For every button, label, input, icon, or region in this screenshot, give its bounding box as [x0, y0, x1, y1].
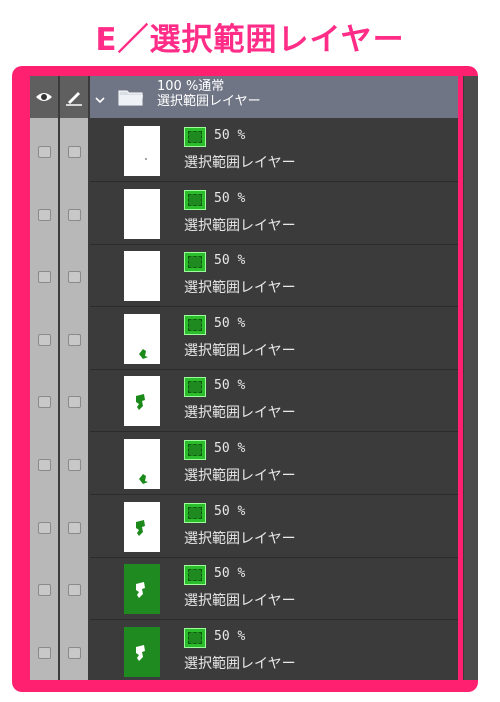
- layer-opacity: 50 %: [214, 566, 246, 582]
- selection-layer-icon: [184, 627, 206, 648]
- scrollbar[interactable]: [463, 76, 478, 680]
- layer-row[interactable]: 50 % 選択範囲レイヤー: [90, 433, 458, 495]
- pen-icon[interactable]: [60, 76, 88, 118]
- layer-thumbnail: [124, 313, 160, 364]
- layer-opacity: 50 %: [214, 503, 246, 519]
- selection-layer-icon: [184, 252, 206, 273]
- visibility-checkbox[interactable]: [38, 646, 51, 659]
- layer-opacity: 50 %: [214, 441, 246, 456]
- page-title: E／選択範囲レイヤー: [95, 22, 405, 58]
- eye-icon[interactable]: [30, 76, 58, 118]
- layer-opacity: 50 %: [214, 315, 246, 331]
- selection-layer-icon: [184, 377, 206, 398]
- layer-row[interactable]: 50 % 選択範囲レイヤー: [90, 370, 458, 433]
- chevron-down-icon[interactable]: [94, 90, 106, 109]
- layer-thumbnail: [124, 501, 160, 552]
- layer-name: 選択範囲レイヤー: [184, 342, 296, 359]
- layer-thumbnail: [124, 626, 160, 677]
- layer-row[interactable]: 50 % 選択範囲レイヤー: [90, 496, 458, 558]
- lock-checkbox[interactable]: [68, 271, 81, 284]
- layer-name: 選択範囲レイヤー: [184, 530, 296, 547]
- layer-thumbnail: [124, 376, 160, 427]
- layer-row[interactable]: 50 % 選択範囲レイヤー: [90, 621, 458, 680]
- visibility-checkbox[interactable]: [38, 208, 51, 221]
- visibility-checkbox[interactable]: [38, 584, 51, 597]
- layer-opacity: 50 %: [214, 253, 246, 269]
- layer-opacity: 50 %: [214, 190, 246, 206]
- selection-layer-icon: [184, 565, 206, 586]
- layer-opacity: 50 %: [214, 628, 246, 644]
- layer-name: 選択範囲レイヤー: [184, 655, 296, 672]
- layer-thumbnail: [124, 564, 160, 615]
- selection-layer-icon: [184, 127, 206, 147]
- layer-thumbnail: [124, 251, 160, 302]
- lock-checkbox[interactable]: [68, 208, 81, 221]
- selection-layer-icon: [184, 189, 206, 210]
- lock-checkbox[interactable]: [68, 646, 81, 659]
- layer-row[interactable]: 50 % 選択範囲レイヤー: [90, 558, 458, 621]
- layer-name: 選択範囲レイヤー: [184, 155, 296, 171]
- visibility-checkbox[interactable]: [38, 146, 51, 158]
- folder-blend-opacity: 100 %通常: [157, 79, 225, 94]
- layer-name: 選択範囲レイヤー: [184, 405, 296, 422]
- folder-meta: 100 %通常 選択範囲レイヤー: [157, 79, 261, 109]
- selection-layer-icon: [184, 440, 206, 460]
- lock-checkbox[interactable]: [68, 521, 81, 534]
- lock-checkbox[interactable]: [68, 459, 81, 471]
- folder-name: 選択範囲レイヤー: [157, 94, 261, 109]
- visibility-checkbox[interactable]: [38, 271, 51, 284]
- selection-layer-icon: [184, 314, 206, 335]
- folder-row[interactable]: 100 %通常 選択範囲レイヤー: [90, 76, 458, 118]
- layer-row[interactable]: 50 % 選択範囲レイヤー: [90, 308, 458, 370]
- visibility-checkbox[interactable]: [38, 396, 51, 409]
- layer-row[interactable]: 50 % 選択範囲レイヤー: [90, 183, 458, 245]
- visibility-checkbox[interactable]: [38, 521, 51, 534]
- layer-name: 選択範囲レイヤー: [184, 593, 296, 610]
- layer-name: 選択範囲レイヤー: [184, 468, 296, 484]
- folder-icon: [118, 87, 144, 111]
- layer-opacity: 50 %: [214, 128, 246, 143]
- layer-thumbnail: [124, 188, 160, 239]
- layer-panel: 100 %通常 選択範囲レイヤー 50 % 選択範囲レイヤー 50 % 選択範囲レイヤ…: [30, 76, 458, 680]
- lock-checkbox[interactable]: [68, 333, 81, 346]
- layer-row[interactable]: 50 % 選択範囲レイヤー: [90, 245, 458, 308]
- layer-name: 選択範囲レイヤー: [184, 217, 296, 234]
- layer-thumbnail: [124, 126, 160, 176]
- lock-checkbox[interactable]: [68, 396, 81, 409]
- lock-checkbox[interactable]: [68, 584, 81, 597]
- highlight-frame: 100 %通常 選択範囲レイヤー 50 % 選択範囲レイヤー 50 % 選択範囲レイヤ…: [12, 66, 478, 692]
- visibility-checkbox[interactable]: [38, 459, 51, 471]
- layer-thumbnail: [124, 439, 160, 489]
- layer-opacity: 50 %: [214, 378, 246, 394]
- layer-row[interactable]: 50 % 選択範囲レイヤー: [90, 120, 458, 182]
- visibility-checkbox[interactable]: [38, 333, 51, 346]
- lock-checkbox[interactable]: [68, 146, 81, 158]
- selection-layer-icon: [184, 502, 206, 523]
- layer-name: 選択範囲レイヤー: [184, 280, 296, 297]
